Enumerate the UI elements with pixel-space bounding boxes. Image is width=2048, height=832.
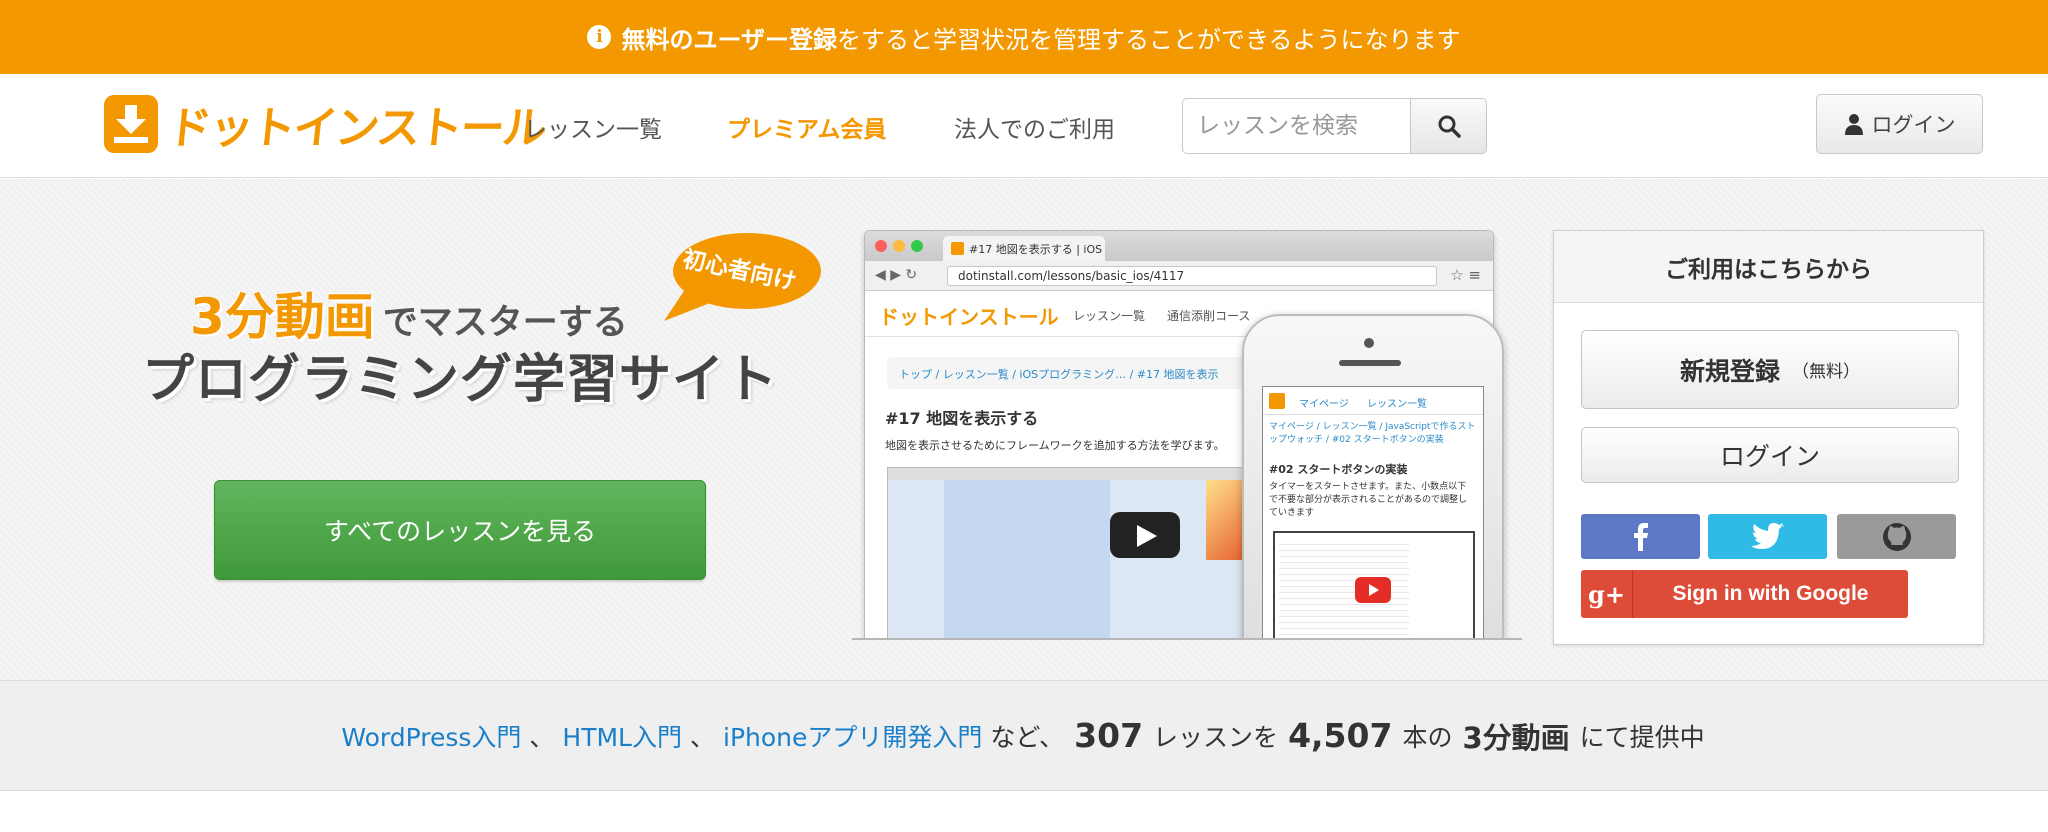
stats-nado: など、 [990, 722, 1065, 752]
phone-nav-mypage: マイページ [1299, 399, 1349, 410]
hero-section: 3分動画 でマスターする プログラミング学習サイト 初心者向け すべてのレッスンを… [0, 179, 2048, 680]
download-logo-icon [104, 95, 158, 153]
search-form [1182, 98, 1487, 154]
link-iphone[interactable]: iPhoneアプリ開発入門 [723, 718, 982, 754]
search-icon [1438, 115, 1461, 138]
stats-hon-text: 本の [1402, 722, 1453, 752]
facebook-icon [1633, 522, 1648, 551]
panel-title: ご利用はこちらから [1554, 231, 1983, 303]
preview-nav-course: 通信添削コース [1167, 309, 1251, 323]
stats-end-text: にて提供中 [1579, 722, 1705, 752]
separator: 、 [529, 722, 555, 752]
nav-premium-link[interactable]: プレミアム会員 [727, 110, 886, 144]
google-login-button[interactable]: g+ Sign in with Google [1581, 570, 1908, 618]
stats-lesson-text: レッスンを [1153, 722, 1279, 752]
facebook-login-button[interactable] [1581, 514, 1700, 559]
signup-button[interactable]: 新規登録 （無料） [1581, 330, 1959, 409]
google-login-label: Sign in with Google [1672, 582, 1869, 605]
link-wordpress[interactable]: WordPress入門 [341, 718, 521, 754]
phone-nav-lessons: レッスン一覧 [1367, 399, 1427, 410]
browser-url: dotinstall.com/lessons/basic_ios/4117 [947, 266, 1437, 286]
site-header: ドットインストール レッスン一覧 プレミアム会員 法人でのご利用 ログイン [0, 74, 2048, 178]
panel-login-button[interactable]: ログイン [1581, 427, 1959, 483]
phone-screen: マイページ レッスン一覧 マイページ / レッスン一覧 / JavaScript… [1262, 386, 1484, 640]
nav-corporate-link[interactable]: 法人でのご利用 [954, 110, 1115, 144]
twitter-login-button[interactable] [1708, 514, 1827, 559]
stats-3min-video: 3分動画 [1462, 720, 1570, 755]
phone-logo-icon [1269, 393, 1285, 409]
signup-free-note: （無料） [1792, 362, 1860, 382]
phone-desc: タイマーをスタートさせます。また、小数点以下で不要な部分が表示されることがあるの… [1269, 482, 1468, 518]
preview-logo: ドットインストール [879, 305, 1059, 329]
notice-signup-link[interactable]: 無料のユーザー登録 [621, 20, 837, 55]
notice-text: をすると学習状況を管理することができるようになります [837, 25, 1461, 54]
browser-tabbar: #17 地図を表示する | iOS [865, 231, 1493, 261]
signup-panel: ご利用はこちらから 新規登録 （無料） ログイン g+ Sign in with… [1553, 230, 1984, 645]
favicon-icon [951, 242, 964, 255]
preview-title: #17 地図を表示する [885, 409, 1039, 428]
beginner-bubble: 初心者向け [662, 229, 822, 325]
preview-video [887, 467, 1268, 640]
notice-bar: i 無料のユーザー登録 をすると学習状況を管理することができるようになります [0, 0, 2048, 74]
info-icon: i [587, 25, 612, 49]
site-preview-image: #17 地図を表示する | iOS ◀ ▶ ↻ dotinstall.com/l… [852, 230, 1522, 640]
all-lessons-button[interactable]: すべてのレッスンを見る [214, 480, 706, 580]
nav-lessons-link[interactable]: レッスン一覧 [524, 110, 662, 144]
phone-title: #02 スタートボタンの実装 [1269, 463, 1408, 476]
header-login-button[interactable]: ログイン [1816, 94, 1983, 154]
phone-header: マイページ レッスン一覧 [1263, 387, 1483, 415]
zoom-dot-icon [911, 240, 923, 252]
logo-text: ドットインストール [164, 103, 548, 154]
user-icon [1844, 114, 1863, 135]
preview-nav-lessons: レッスン一覧 [1073, 309, 1146, 323]
browser-tab: #17 地図を表示する | iOS [943, 236, 1105, 261]
search-button[interactable] [1410, 98, 1487, 154]
google-plus-icon: g+ [1581, 570, 1633, 618]
twitter-icon [1750, 522, 1784, 549]
browser-tab-title: #17 地図を表示する | iOS [969, 243, 1103, 256]
separator: 、 [689, 722, 715, 752]
youtube-icon [1355, 577, 1391, 603]
search-input[interactable] [1182, 98, 1410, 154]
minimize-dot-icon [893, 240, 905, 252]
header-login-label: ログイン [1871, 113, 1956, 137]
menu-icon: ☆ ≡ [1450, 266, 1481, 284]
browser-urlbar: ◀ ▶ ↻ dotinstall.com/lessons/basic_ios/4… [865, 261, 1493, 291]
iphone-frame: マイページ レッスン一覧 マイページ / レッスン一覧 / JavaScript… [1242, 314, 1504, 640]
phone-breadcrumb: マイページ / レッスン一覧 / JavaScriptで作るストップウォッチ /… [1269, 422, 1476, 445]
video-count: 4,507 [1288, 716, 1393, 755]
link-html[interactable]: HTML入門 [562, 718, 682, 754]
github-login-button[interactable] [1837, 514, 1956, 559]
site-logo[interactable]: ドットインストール [104, 94, 547, 154]
back-forward-icon: ◀ ▶ ↻ [875, 267, 918, 283]
tagline-main: プログラミング学習サイト [142, 350, 779, 410]
signup-label: 新規登録 [1679, 356, 1780, 386]
preview-desc: 地図を表示させるためにフレームワークを追加する方法を学びます。 [885, 439, 1225, 452]
close-dot-icon [875, 240, 887, 252]
play-icon [1110, 512, 1180, 558]
github-icon [1882, 522, 1911, 551]
preview-breadcrumb: トップ / レッスン一覧 / iOSプログラミング… / #17 地図を表示 [887, 357, 1287, 389]
phone-video [1273, 531, 1475, 640]
lesson-count: 307 [1074, 716, 1144, 755]
stats-bar: WordPress入門 、 HTML入門 、 iPhoneアプリ開発入門 など、… [0, 680, 2048, 791]
